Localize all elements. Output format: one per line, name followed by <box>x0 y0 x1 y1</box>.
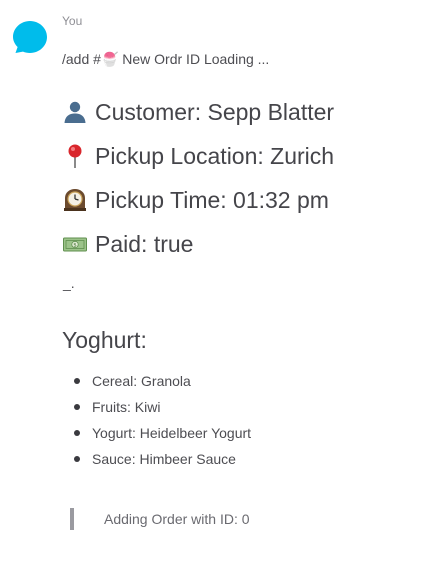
paid-text: Paid: true <box>95 231 194 257</box>
person-silhouette-icon <box>62 99 88 125</box>
list-item: Yogurt: Heidelbeer Yogurt <box>62 420 251 446</box>
cursor-text: _. <box>63 275 75 291</box>
avatar-speech-bubble-icon <box>12 20 48 54</box>
shaved-ice-icon: 🍧 <box>100 52 119 68</box>
customer-line: Customer: Sepp Blatter <box>62 98 334 126</box>
round-pushpin-icon <box>62 143 88 169</box>
customer-text: Customer: Sepp Blatter <box>95 99 335 125</box>
pickup-location-line: Pickup Location: Zurich <box>62 142 334 170</box>
list-item: Cereal: Granola <box>62 368 251 394</box>
dollar-banknote-icon: $ <box>62 231 88 257</box>
paid-line: $ Paid: true <box>62 230 193 258</box>
pickup-location-text: Pickup Location: Zurich <box>95 143 335 169</box>
order-items-list: Cereal: Granola Fruits: Kiwi Yogurt: Hei… <box>62 368 251 472</box>
list-item: Sauce: Himbeer Sauce <box>62 446 251 472</box>
command-text: /add #🍧 New Ordr ID Loading ... <box>62 50 269 69</box>
list-item: Fruits: Kiwi <box>62 394 251 420</box>
pickup-time-text: Pickup Time: 01:32 pm <box>95 187 329 213</box>
blockquote-status: Adding Order with ID: 0 <box>70 508 250 530</box>
pickup-time-line: Pickup Time: 01:32 pm <box>62 186 329 214</box>
mantelpiece-clock-icon <box>62 187 88 213</box>
command-suffix: New Ordr ID Loading ... <box>118 51 270 67</box>
svg-text:$: $ <box>73 243 77 249</box>
section-title: Yoghurt: <box>62 327 147 353</box>
message-sender: You <box>62 14 83 28</box>
command-prefix: /add # <box>62 51 101 67</box>
